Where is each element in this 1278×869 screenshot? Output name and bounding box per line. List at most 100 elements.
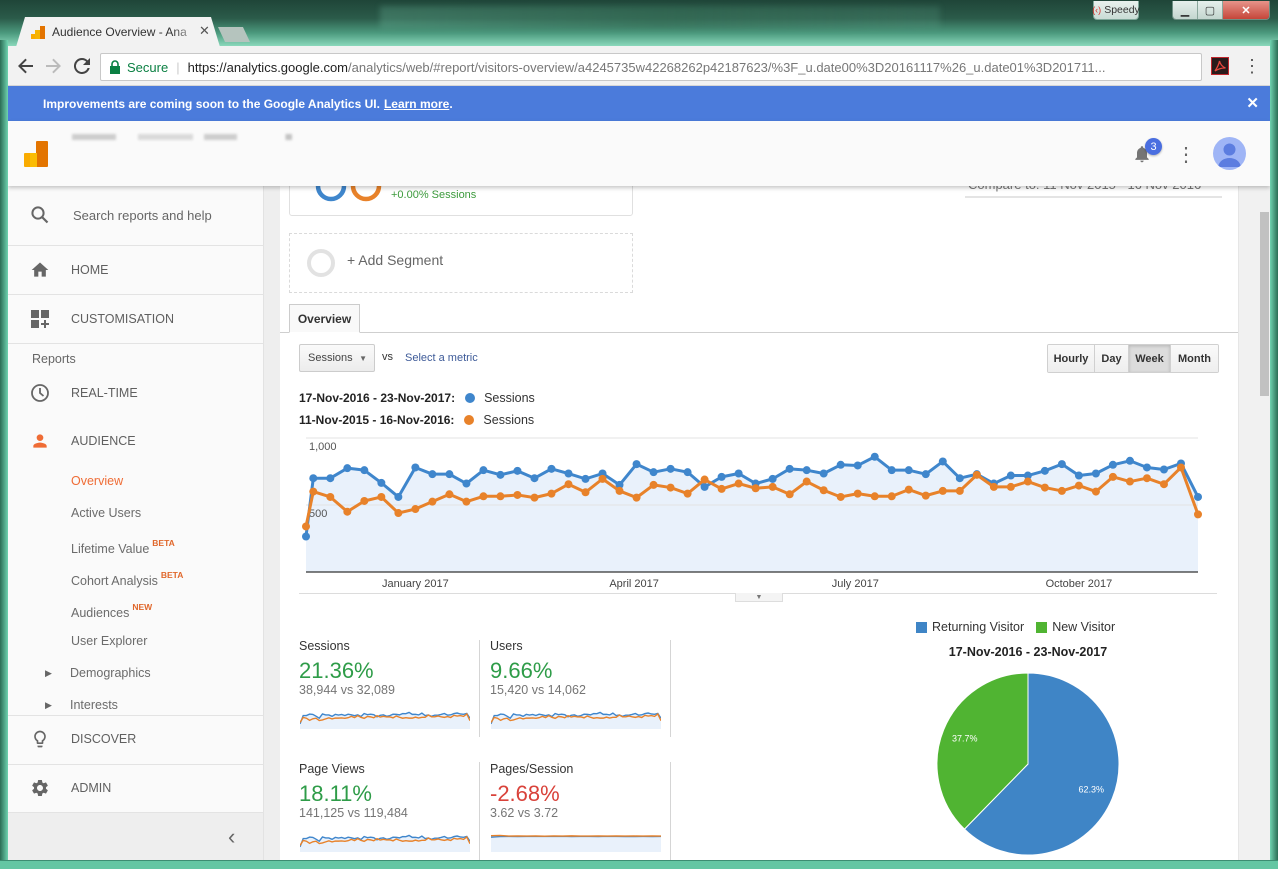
collapse-sidebar-chevron-icon[interactable]: ‹ xyxy=(228,824,235,850)
metric-tile-sessions[interactable]: Sessions 21.36% 38,944 vs 32,089 xyxy=(299,639,469,697)
tab-overview[interactable]: Overview xyxy=(289,304,360,333)
data-point-previous xyxy=(598,474,607,483)
data-point-previous xyxy=(1040,483,1049,492)
data-point-previous xyxy=(819,486,828,495)
sidebar-search[interactable]: Search reports and help xyxy=(8,191,263,240)
data-point-previous xyxy=(853,489,862,498)
sparkline-previous xyxy=(491,834,661,837)
reload-button[interactable] xyxy=(72,56,92,76)
legend-period: 17-Nov-2016 - 23-Nov-2017: xyxy=(299,391,456,405)
month-button[interactable]: Month xyxy=(1171,345,1218,372)
chevron-down-icon: ▼ xyxy=(359,354,367,363)
sidebar-sub-label: Cohort Analysis xyxy=(71,574,158,588)
announcement-banner: Improvements are coming soon to the Goog… xyxy=(8,86,1270,121)
add-segment-button[interactable]: + Add Segment xyxy=(289,233,633,293)
metric-dropdown[interactable]: Sessions ▼ xyxy=(299,344,375,372)
sidebar-item-customisation[interactable]: CUSTOMISATION xyxy=(8,295,263,343)
data-point-previous xyxy=(530,493,539,502)
sidebar-sub-label: Active Users xyxy=(71,506,142,520)
reports-nav-scroll: Reports REAL-TIME AUDIENCE Overview Acti… xyxy=(8,344,263,715)
browser-tab-active[interactable]: Audience Overview - Ana ✕ xyxy=(16,17,220,47)
minimize-button[interactable]: ▁ xyxy=(1173,1,1198,19)
sidebar-item-cohort-analysis[interactable]: Cohort Analysis BETA xyxy=(8,563,263,591)
reports-section-label: Reports xyxy=(32,352,76,366)
data-point-current xyxy=(887,466,896,475)
metric-change: 18.11% xyxy=(299,781,372,806)
more-options-icon[interactable]: ⋮ xyxy=(1176,141,1196,167)
data-point-previous xyxy=(802,477,811,486)
week-button[interactable]: Week xyxy=(1129,345,1171,372)
sidebar-item-audience[interactable]: AUDIENCE xyxy=(8,424,263,458)
learn-more-link[interactable]: Learn more xyxy=(384,97,449,111)
sidebar-item-realtime[interactable]: REAL-TIME xyxy=(8,376,263,410)
data-point-previous xyxy=(649,480,658,489)
visitor-type-pie-chart[interactable]: 62.3% 37.7% xyxy=(930,667,1130,862)
sessions-line-chart[interactable]: 500 1,000 January 2017 April 2017 July 2017 O… xyxy=(290,430,1220,595)
sidebar-label-customisation: CUSTOMISATION xyxy=(71,312,175,326)
chart-resize-handle[interactable]: ▼ xyxy=(735,593,783,602)
sparkline-pages-per-session xyxy=(491,834,661,852)
sidebar-item-home[interactable]: HOME xyxy=(8,246,263,294)
y-tick-label: 500 xyxy=(309,508,327,520)
customisation-dashboard-icon xyxy=(31,310,49,328)
speedy-button[interactable]: (‹) Speedy xyxy=(1092,1,1140,20)
address-bar[interactable]: Secure | https://analytics.google.com/an… xyxy=(100,53,1202,81)
back-button[interactable] xyxy=(16,56,36,76)
data-point-current xyxy=(1074,471,1083,480)
data-point-previous xyxy=(972,470,981,479)
select-metric-link[interactable]: Select a metric xyxy=(405,352,478,364)
sidebar-item-admin[interactable]: ADMIN xyxy=(8,765,263,812)
scrollbar-thumb[interactable] xyxy=(1260,212,1269,396)
data-point-current xyxy=(411,463,420,472)
metric-tile-users[interactable]: Users 9.66% 15,420 vs 14,062 xyxy=(490,639,660,697)
sidebar-collapse-bar: ‹ xyxy=(8,813,263,860)
data-point-previous xyxy=(1142,474,1151,483)
person-icon xyxy=(33,434,47,448)
metric-dropdown-value: Sessions xyxy=(308,352,353,364)
day-button[interactable]: Day xyxy=(1095,345,1129,372)
metric-tile-page-views[interactable]: Page Views 18.11% 141,125 vs 119,484 xyxy=(299,762,469,820)
pie-legend: Returning Visitor New Visitor xyxy=(916,620,1115,634)
metric-tile-pages-per-session[interactable]: Pages/Session -2.68% 3.62 vs 3.72 xyxy=(490,762,660,820)
pdf-extension-button[interactable] xyxy=(1210,56,1230,76)
metric-change: 21.36% xyxy=(299,658,374,683)
lock-icon xyxy=(110,60,120,74)
metric-change: -2.68% xyxy=(490,781,560,806)
sidebar-sub-label: Lifetime Value xyxy=(71,542,150,556)
data-point-previous xyxy=(513,490,522,499)
sidebar-item-user-explorer[interactable]: User Explorer xyxy=(8,627,263,655)
data-point-previous xyxy=(1023,477,1032,486)
data-point-current xyxy=(649,468,658,477)
window-border-left xyxy=(0,40,8,869)
search-icon xyxy=(31,206,49,224)
account-selector-blurred[interactable] xyxy=(72,134,292,140)
data-point-previous xyxy=(632,493,641,502)
data-point-current xyxy=(700,482,709,491)
close-window-button[interactable]: ✕ xyxy=(1223,1,1269,19)
sidebar-item-discover[interactable]: DISCOVER xyxy=(8,716,263,764)
data-point-current xyxy=(1159,465,1168,474)
tile-divider xyxy=(670,762,671,860)
speedy-label: Speedy xyxy=(1104,4,1140,16)
sidebar-item-lifetime-value[interactable]: Lifetime Value BETA xyxy=(8,531,263,559)
account-avatar[interactable] xyxy=(1213,137,1246,170)
sidebar-item-audiences[interactable]: Audiences NEW xyxy=(8,595,263,623)
sidebar-item-active-users[interactable]: Active Users xyxy=(8,499,263,527)
sidebar-item-interests[interactable]: ▶ Interests xyxy=(8,691,263,715)
tile-divider xyxy=(479,640,480,737)
data-point-previous xyxy=(768,482,777,491)
hourly-button[interactable]: Hourly xyxy=(1048,345,1095,372)
sidebar-item-overview[interactable]: Overview xyxy=(8,467,263,495)
data-point-previous xyxy=(1194,510,1202,519)
chrome-menu-icon[interactable]: ⋮ xyxy=(1242,56,1262,76)
sidebar-item-demographics[interactable]: ▶ Demographics xyxy=(8,659,263,687)
forward-button[interactable] xyxy=(43,56,63,76)
sparkline-area xyxy=(491,836,661,852)
legend-period: 11-Nov-2015 - 16-Nov-2016: xyxy=(299,413,455,427)
google-analytics-logo[interactable] xyxy=(24,141,50,167)
legend-metric: Sessions xyxy=(483,413,535,427)
back-arrow-icon xyxy=(18,58,33,74)
tab-close-icon[interactable]: ✕ xyxy=(199,23,210,39)
close-banner-icon[interactable]: ✕ xyxy=(1246,94,1259,112)
maximize-button[interactable]: ▢ xyxy=(1198,1,1223,19)
